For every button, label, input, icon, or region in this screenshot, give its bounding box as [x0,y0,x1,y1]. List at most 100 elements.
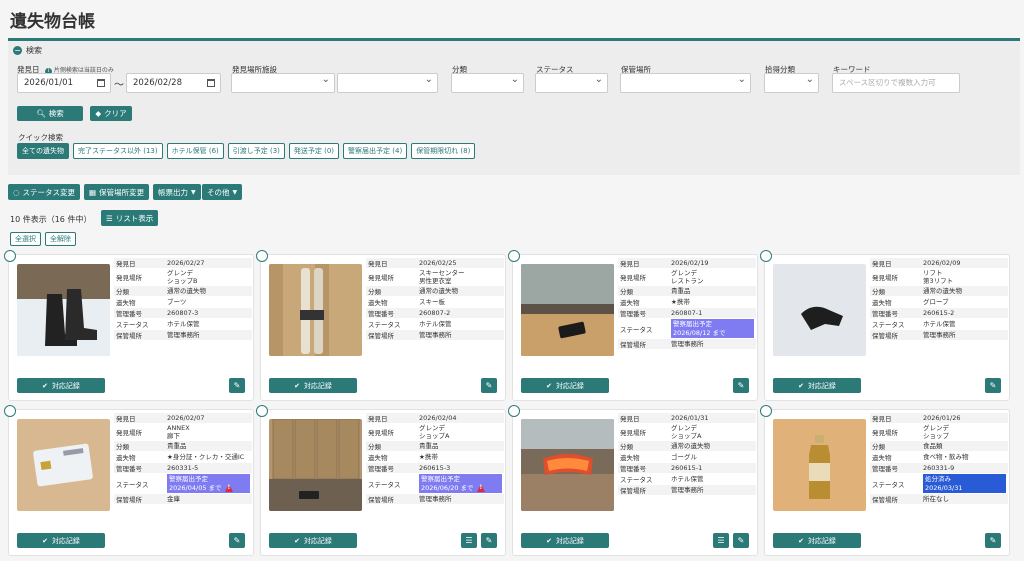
item-card[interactable]: 発見日 2026/01/31 発見場所 グレンデ ショップA 分類 通常の遺失物 遺失物 ゴーグ… [508,405,758,556]
field-row: 管理番号 260807-1 [618,307,756,319]
menu-button[interactable]: ☰ [461,533,477,548]
status-change-button[interactable]: ◌ ステータス変更 [8,184,81,200]
record-button[interactable]: ✔ 対応記録 [521,533,609,548]
record-button[interactable]: ✔ 対応記録 [269,378,357,393]
date-to-input[interactable]: 2026/02/28 [126,73,221,93]
field-label: 発見日 [618,258,669,269]
pickup-select[interactable] [764,71,819,93]
place-select-2[interactable] [337,71,438,93]
deselect-all-button[interactable]: 全解除 [45,232,76,246]
page-title: 遺失物台帳 [10,12,95,32]
field-value: ホテル保管 [669,473,756,485]
record-button[interactable]: ✔ 対応記録 [269,533,357,548]
menu-button[interactable]: ☰ [713,533,729,548]
locker-photo[interactable] [269,419,362,511]
check-icon: ✔ [42,381,48,390]
quick-chip[interactable]: 引渡し予定 (3) [227,143,285,159]
item-card[interactable]: 発見日 2026/02/25 発見場所 スキーセンター 男性更衣室 分類 通常の遺失物 遺失物… [256,250,506,401]
field-label: 管理番号 [870,307,921,319]
field-label: 保管場所 [618,484,669,496]
quick-chip[interactable]: 保管期限切れ (8) [411,143,476,159]
skis-photo[interactable] [269,264,362,356]
card-photo[interactable] [17,419,110,511]
select-radio[interactable] [508,405,520,417]
field-value: 260807-3 [165,307,252,319]
warning-icon [476,483,486,492]
item-card[interactable]: 発見日 2026/02/09 発見場所 リフト 第3リフト 分類 通常の遺失物 遺失物 グローブ… [760,250,1010,401]
field-value: リフト 第3リフト [921,268,1008,286]
edit-button[interactable]: ✎ [733,533,749,548]
quick-chip[interactable]: 警察届出予定 (4) [343,143,408,159]
item-card[interactable]: 発見日 2026/02/07 発見場所 ANNEX 廊下 分類 貴重品 遺失物 ★身分証・クレカ… [4,405,254,556]
record-button[interactable]: ✔ 対応記録 [17,378,105,393]
field-value: 管理事務所 [669,338,756,350]
list-view-button[interactable]: ☰ リスト表示 [101,210,159,226]
edit-button[interactable]: ✎ [481,533,497,548]
storage-change-button[interactable]: ▦ 保管場所変更 [84,184,150,200]
field-value: ゴーグル [669,451,756,463]
field-value: ANNEX 廊下 [165,423,252,441]
field-row: 管理番号 260807-2 [366,307,504,319]
record-button[interactable]: ✔ 対応記録 [773,533,861,548]
item-card[interactable]: 発見日 2026/02/04 発見場所 グレンデ ショップA 分類 貴重品 遺失物 ★携帯 管理番… [256,405,506,556]
storage-select[interactable] [620,71,751,93]
record-button[interactable]: ✔ 対応記録 [17,533,105,548]
quick-chip[interactable]: 発送予定 (0) [288,143,340,159]
edit-button[interactable]: ✎ [229,378,245,393]
glove-photo[interactable] [773,264,866,356]
field-row: 発見場所 グレンデ ショップA [618,423,756,441]
field-row: 保管場所 管理事務所 [618,338,756,350]
select-all-button[interactable]: 全選択 [10,232,41,246]
field-label: 管理番号 [618,307,669,319]
record-button[interactable]: ✔ 対応記録 [521,378,609,393]
field-label: 保管場所 [870,493,921,505]
select-radio[interactable] [760,405,772,417]
status-select[interactable] [535,71,608,93]
field-label: 管理番号 [114,307,165,319]
edit-button[interactable]: ✎ [733,378,749,393]
other-button[interactable]: その他 ▼ [202,184,243,200]
date-separator: 〜 [114,80,124,91]
select-radio[interactable] [256,250,268,262]
field-value: 260615-3 [417,462,504,474]
edit-button[interactable]: ✎ [985,378,1001,393]
item-details: 発見日 2026/02/27 発見場所 グレンデ ショップB 分類 通常の遺失物 遺失物 ブーツ… [114,258,252,341]
select-radio[interactable] [256,405,268,417]
edit-button[interactable]: ✎ [229,533,245,548]
place-select-1[interactable] [231,71,335,93]
quick-chip[interactable]: 全ての遺失物 [17,143,69,159]
select-radio[interactable] [4,405,16,417]
bottle-photo[interactable] [773,419,866,511]
select-radio[interactable] [4,250,16,262]
field-label: 発見日 [366,258,417,269]
field-value: ★身分証・クレカ・交通IC [165,451,252,463]
field-label: 保管場所 [618,338,669,350]
phone-photo[interactable] [521,264,614,356]
select-radio[interactable] [760,250,772,262]
quick-chip[interactable]: 完了ステータス以外 (13) [73,143,163,159]
form-output-button[interactable]: 帳票出力 ▼ [153,184,201,200]
edit-button[interactable]: ✎ [481,378,497,393]
item-card[interactable]: 発見日 2026/01/26 発見場所 グレンデ ショップ 分類 食品類 遺失物 食べ物・飲み物… [760,405,1010,556]
quick-chip[interactable]: ホテル保管 (6) [166,143,224,159]
edit-button[interactable]: ✎ [985,533,1001,548]
category-select[interactable] [451,71,524,93]
clear-button[interactable]: ◆ クリア [90,106,132,121]
item-card[interactable]: 発見日 2026/02/19 発見場所 グレンデ レストラン 分類 貴重品 遺失物 ★携帯 管理番… [508,250,758,401]
boots-photo[interactable] [17,264,110,356]
field-row: 保管場所 管理事務所 [366,493,504,505]
field-label: 遺失物 [618,451,669,463]
select-radio[interactable] [508,250,520,262]
item-card[interactable]: 発見日 2026/02/27 発見場所 グレンデ ショップB 分類 通常の遺失物 遺失物 ブーツ… [4,250,254,401]
calendar-icon [207,79,215,87]
clear-button-label: クリア [104,109,127,118]
search-button[interactable]: 🔍︎ 検索 [17,106,83,121]
keyword-input[interactable]: スペース区切りで複数入力可 [832,73,960,93]
record-button[interactable]: ✔ 対応記録 [773,378,861,393]
date-from-input[interactable]: 2026/01/01 [17,73,111,93]
goggles-photo[interactable] [521,419,614,511]
search-toggle[interactable]: − 検索 [13,45,42,56]
field-row: 保管場所 金庫 [114,493,252,505]
search-header: 検索 [26,46,42,55]
field-row: ステータス 処分済み 2026/03/31 [870,473,1008,494]
